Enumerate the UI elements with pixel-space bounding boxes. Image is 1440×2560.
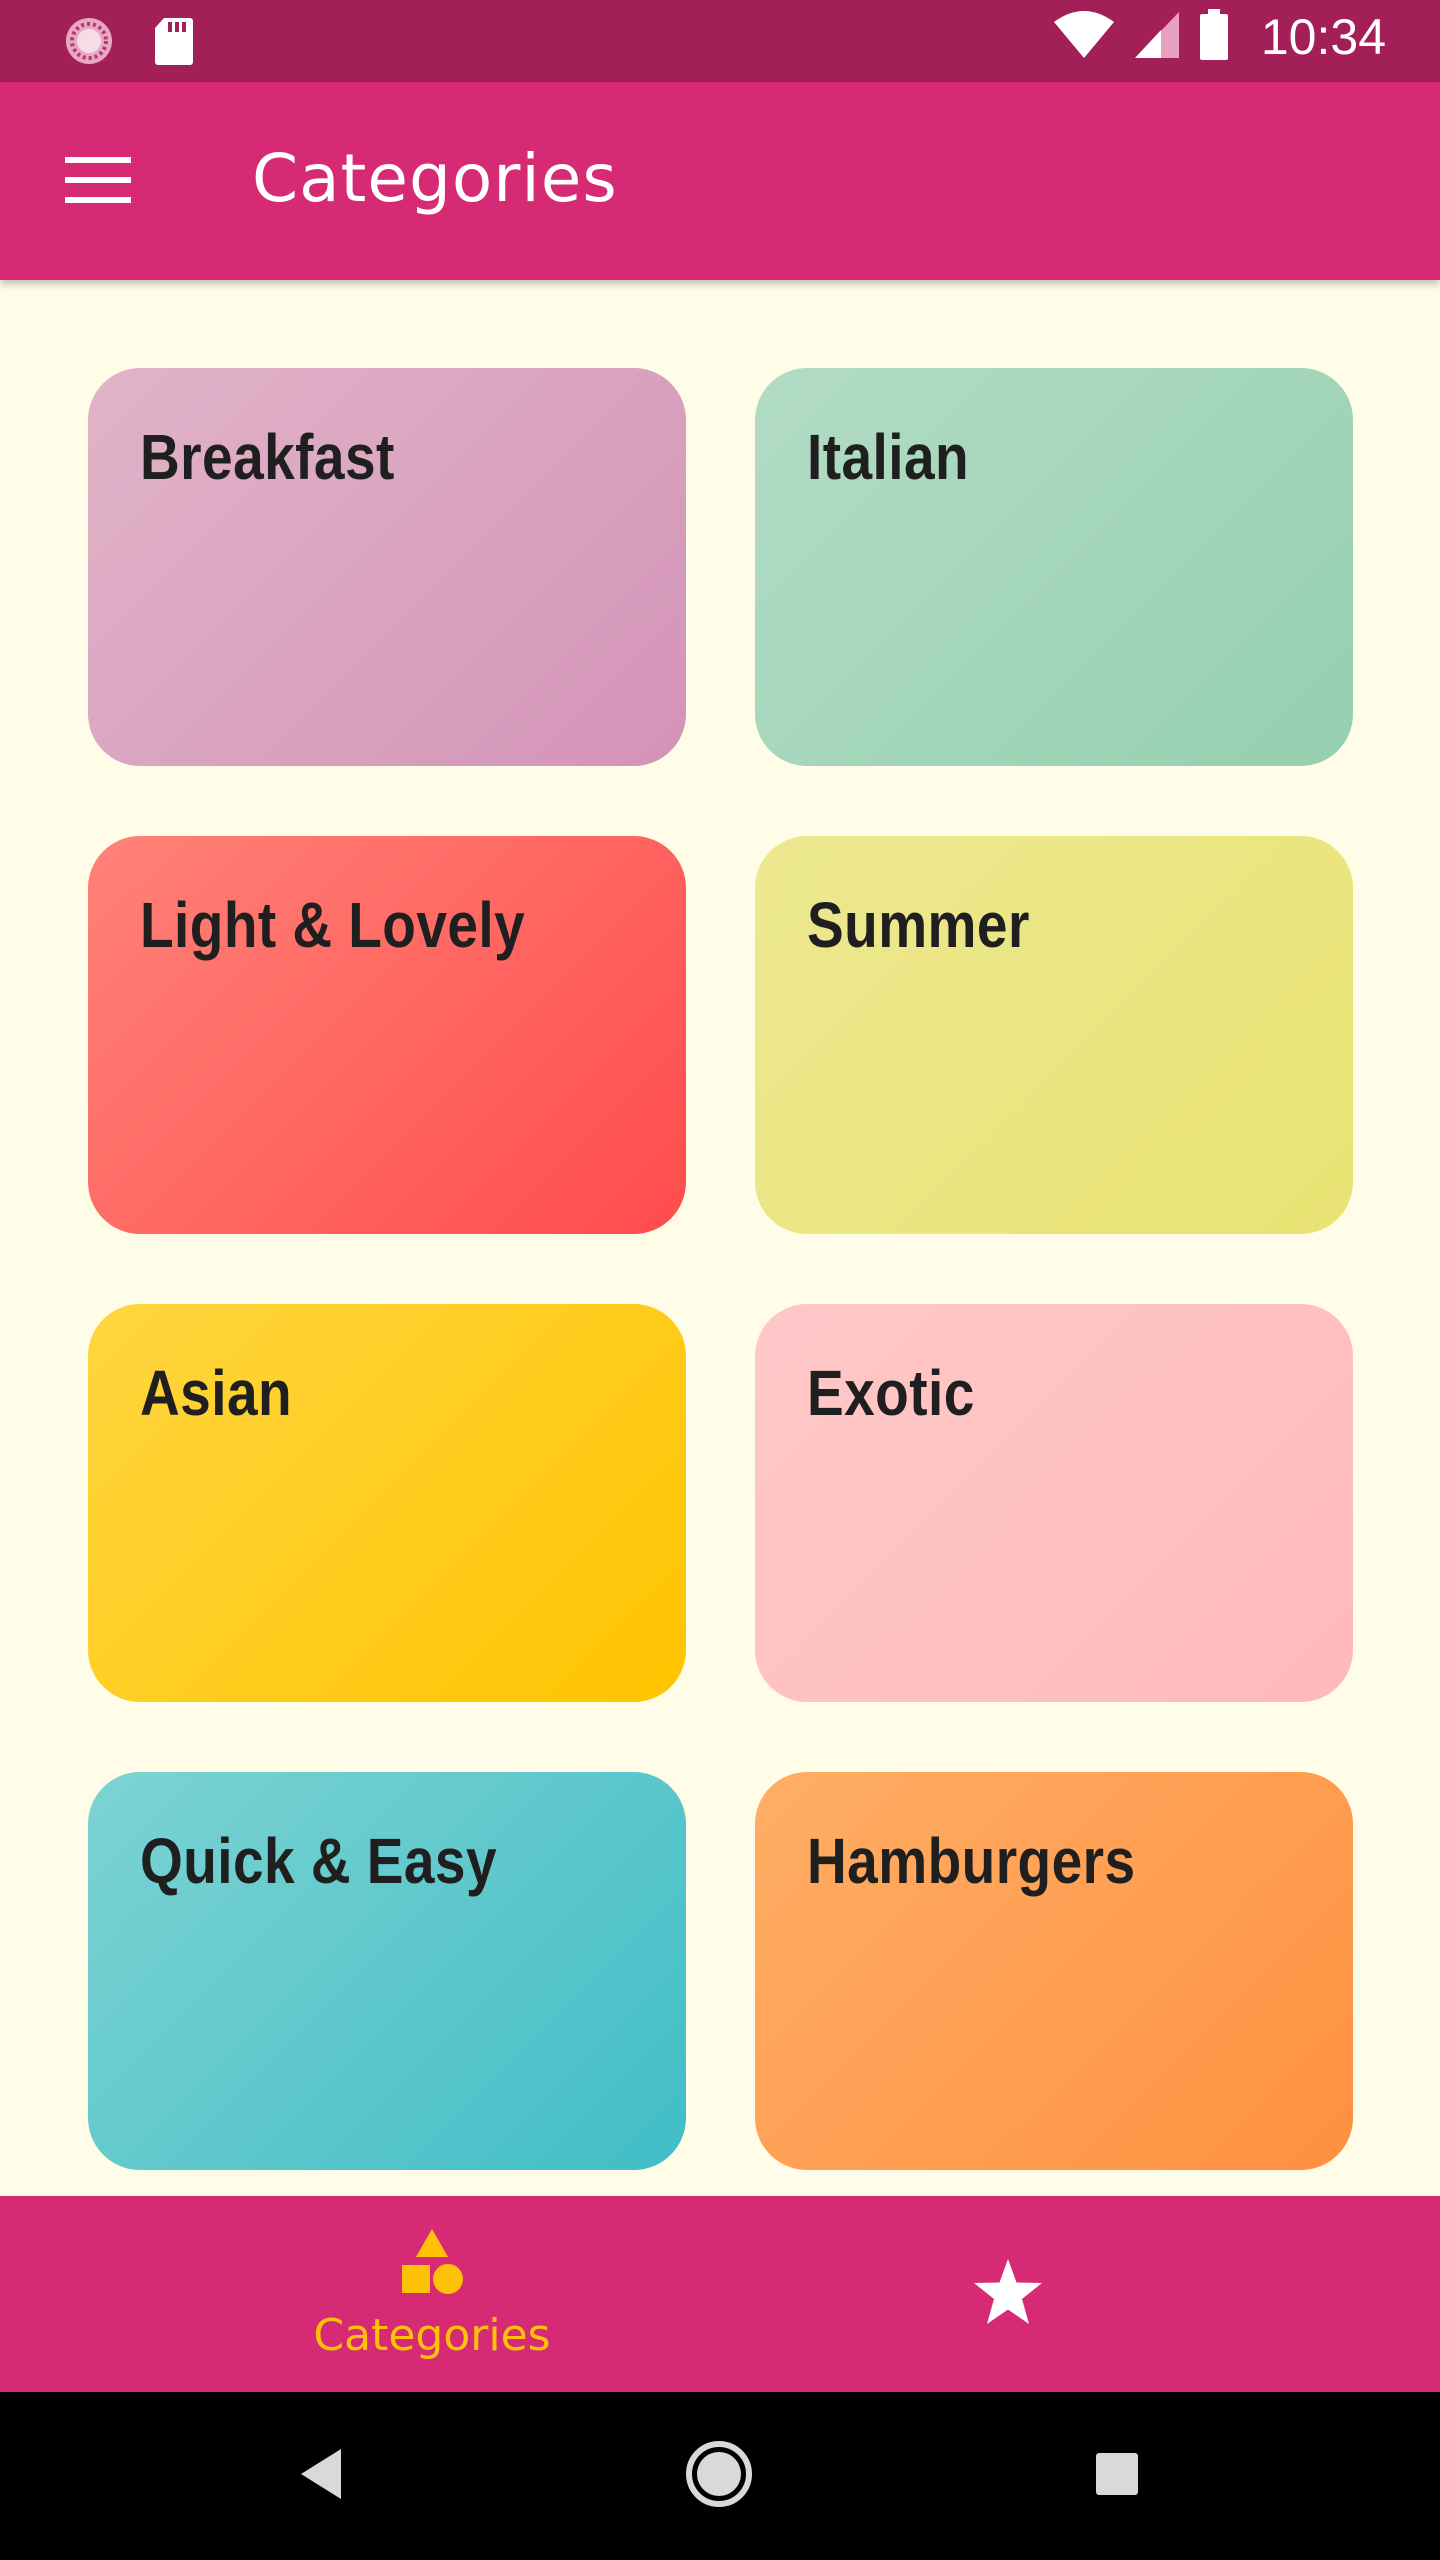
back-icon <box>297 2447 345 2506</box>
wifi-icon <box>1053 10 1115 65</box>
recents-button[interactable] <box>1072 2436 1162 2516</box>
category-label: Quick & Easy <box>140 1825 497 1897</box>
category-label: Hamburgers <box>807 1825 1136 1897</box>
category-label: Asian <box>140 1357 293 1429</box>
recents-icon <box>1094 2451 1140 2502</box>
menu-button[interactable] <box>44 132 152 232</box>
category-label: Summer <box>807 889 1030 961</box>
category-card-quick-easy[interactable]: Quick & Easy <box>88 1772 686 2170</box>
back-button[interactable] <box>276 2436 366 2516</box>
category-label: Light & Lovely <box>140 889 526 961</box>
home-icon <box>684 2439 754 2514</box>
status-bar: 10:34 <box>0 0 1440 82</box>
sd-card-icon <box>154 16 194 71</box>
cell-signal-icon <box>1133 10 1181 65</box>
bottom-navigation: Categories <box>0 2196 1440 2392</box>
category-card-breakfast[interactable]: Breakfast <box>88 368 686 766</box>
battery-icon <box>1199 8 1229 66</box>
category-card-exotic[interactable]: Exotic <box>755 1304 1353 1702</box>
star-icon <box>972 2257 1044 2332</box>
screen: 10:34 Categories Breakfast Italian Light… <box>0 0 1440 2560</box>
hamburger-menu-icon <box>65 156 131 208</box>
tab-categories-label: Categories <box>313 2310 551 2361</box>
category-card-summer[interactable]: Summer <box>755 836 1353 1234</box>
category-card-hamburgers[interactable]: Hamburgers <box>755 1772 1353 2170</box>
category-card-light-lovely[interactable]: Light & Lovely <box>88 836 686 1234</box>
category-card-asian[interactable]: Asian <box>88 1304 686 1702</box>
status-bar-left <box>64 16 194 71</box>
page-title: Categories <box>252 140 618 217</box>
category-label: Exotic <box>807 1357 975 1429</box>
system-navigation-bar <box>0 2392 1440 2560</box>
home-button[interactable] <box>674 2436 764 2516</box>
clock: 10:34 <box>1260 9 1386 65</box>
category-shapes-icon <box>396 2227 468 2304</box>
status-bar-right: 10:34 <box>1053 8 1386 66</box>
tab-favorites[interactable] <box>648 2196 1368 2392</box>
category-card-italian[interactable]: Italian <box>755 368 1353 766</box>
category-label: Breakfast <box>140 421 395 493</box>
loading-icon <box>64 16 114 71</box>
category-label: Italian <box>807 421 970 493</box>
app-bar: Categories <box>0 82 1440 280</box>
